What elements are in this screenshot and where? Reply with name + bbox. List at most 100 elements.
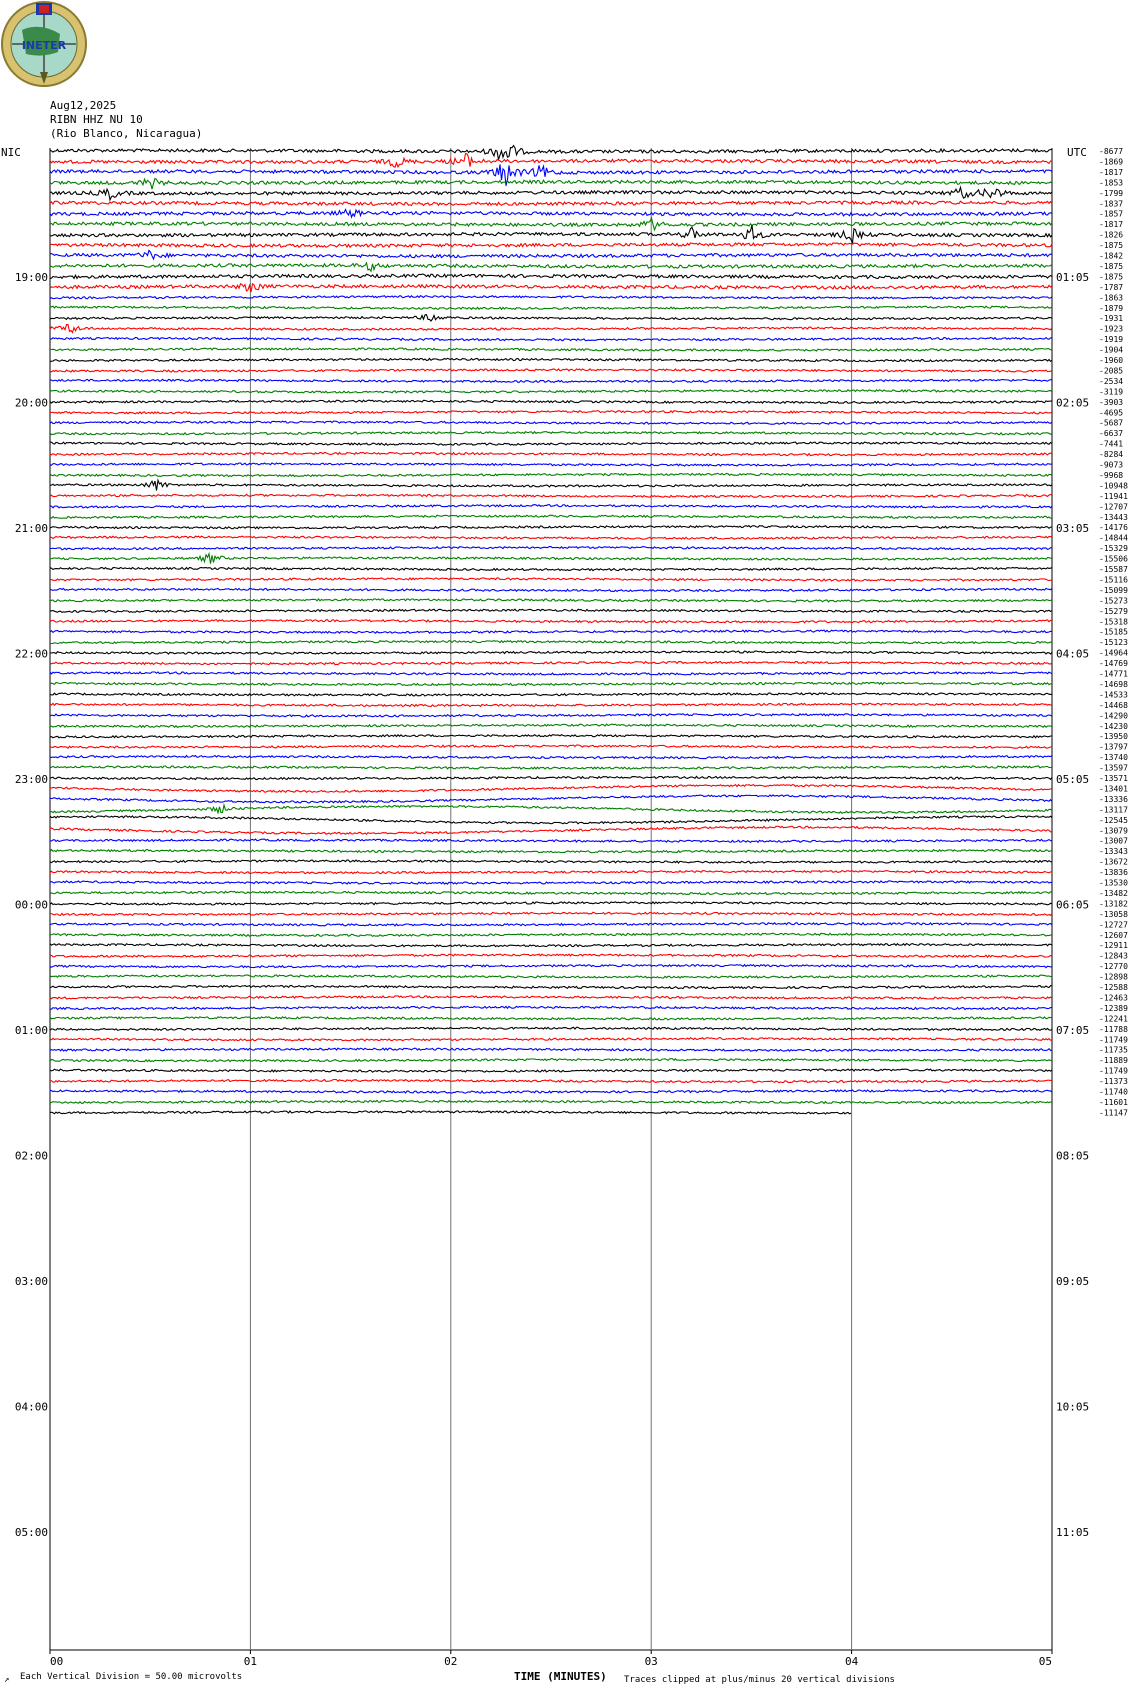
trace-offset-label: -15116	[1099, 575, 1128, 584]
seismic-trace	[49, 995, 1053, 1000]
seismic-trace	[49, 848, 1053, 854]
trace-offset-label: -13740	[1099, 753, 1128, 762]
trace-offset-label: -3903	[1099, 398, 1123, 407]
trace-offset-label: -7441	[1099, 440, 1123, 449]
right-hour-label: 02:05	[1056, 397, 1089, 410]
trace-offset-label: -9968	[1099, 471, 1123, 480]
trace-offset-label: -12545	[1099, 816, 1128, 825]
right-hour-label: 09:05	[1056, 1275, 1089, 1288]
seismic-trace	[50, 551, 1053, 564]
trace-offset-label: -11941	[1099, 492, 1128, 501]
trace-offset-label: -10948	[1099, 481, 1128, 490]
trace-offset-label: -13672	[1099, 858, 1128, 867]
seismic-trace	[49, 283, 1053, 293]
seismic-trace	[49, 313, 1053, 322]
seismic-trace	[49, 639, 1053, 645]
trace-offset-label: -13597	[1099, 764, 1128, 773]
seismic-trace	[49, 660, 1053, 666]
seismic-trace	[49, 378, 1053, 384]
seismic-trace	[49, 619, 1053, 624]
left-timezone-label: NIC	[1, 146, 21, 159]
trace-offset-label: -1826	[1099, 231, 1123, 240]
seismic-trace	[49, 462, 1053, 467]
trace-offset-label: -14771	[1099, 670, 1128, 679]
seismic-trace	[49, 932, 1053, 937]
seismic-trace	[49, 451, 1053, 457]
seismic-trace	[49, 723, 1053, 729]
seismic-trace	[49, 535, 1053, 540]
right-hour-label: 11:05	[1056, 1526, 1089, 1539]
seismic-trace	[50, 953, 1053, 959]
seismic-trace	[49, 681, 1053, 687]
trace-offset-label: -1960	[1099, 356, 1123, 365]
left-hour-label: 04:00	[15, 1401, 48, 1414]
trace-offset-label: -13443	[1099, 513, 1128, 522]
trace-offset-label: -13797	[1099, 743, 1128, 752]
seismic-trace	[49, 409, 1053, 415]
trace-offset-label: -12463	[1099, 993, 1128, 1002]
seismic-trace	[49, 241, 1053, 249]
trace-offset-label: -1853	[1099, 178, 1123, 187]
seismic-trace	[49, 399, 1053, 405]
trace-offset-label: -15318	[1099, 617, 1128, 626]
seismic-trace	[49, 783, 1053, 794]
seismic-trace	[49, 825, 1053, 835]
right-hour-label: 08:05	[1056, 1150, 1089, 1163]
trace-offset-label: -1923	[1099, 325, 1123, 334]
trace-offset-label: -2534	[1099, 377, 1123, 386]
trace-offset-label: -12898	[1099, 973, 1128, 982]
trace-offset-label: -2085	[1099, 366, 1123, 375]
seismic-trace	[49, 200, 1053, 207]
seismic-trace	[49, 441, 1053, 446]
left-hour-label: 05:00	[15, 1526, 48, 1539]
seismic-trace	[49, 368, 1053, 373]
left-hour-label: 19:00	[15, 271, 48, 284]
trace-offset-label: -5687	[1099, 419, 1123, 428]
seismic-trace	[50, 545, 1053, 551]
trace-offset-label: -14468	[1099, 701, 1128, 710]
seismic-trace	[49, 273, 1053, 280]
scale-note: Each Vertical Division = 50.00 microvolt…	[20, 1672, 243, 1682]
seismic-trace	[49, 1037, 1053, 1042]
trace-offset-label: -14964	[1099, 649, 1128, 658]
trace-offset-label: -8284	[1099, 450, 1123, 459]
seismic-trace	[49, 524, 1053, 530]
trace-offset-label: -13530	[1099, 879, 1128, 888]
right-hour-label: 06:05	[1056, 899, 1089, 912]
trace-offset-labels: -8677-1869-1817-1853-1799-1837-1857-1817…	[1099, 147, 1128, 1117]
seismic-trace	[49, 478, 1053, 491]
trace-offset-label: -12770	[1099, 962, 1128, 971]
seismic-trace	[49, 144, 1053, 160]
seismic-trace	[49, 1026, 1053, 1032]
trace-offset-label: -4695	[1099, 408, 1123, 417]
right-hour-label: 07:05	[1056, 1024, 1089, 1037]
seismic-trace	[49, 963, 1053, 969]
trace-offset-label: -12241	[1099, 1014, 1128, 1023]
x-tick-label: 05	[1039, 1655, 1052, 1668]
seismic-trace	[49, 493, 1053, 499]
seismic-trace	[49, 775, 1053, 781]
seismic-trace	[49, 765, 1052, 770]
seismic-trace	[49, 890, 1053, 896]
left-hour-label: 01:00	[15, 1024, 48, 1037]
trace-offset-label: -11735	[1099, 1046, 1128, 1055]
trace-offset-label: -14844	[1099, 534, 1128, 543]
seismic-trace	[49, 224, 1053, 245]
trace-offset-label: -11749	[1099, 1035, 1128, 1044]
trace-offset-label: -13336	[1099, 795, 1128, 804]
seismic-trace	[49, 859, 1053, 864]
trace-offset-label: -14230	[1099, 722, 1128, 731]
trace-offset-label: -11889	[1099, 1056, 1128, 1065]
trace-offset-label: -15329	[1099, 544, 1128, 553]
trace-offset-label: -12911	[1099, 941, 1128, 950]
trace-offset-label: -13117	[1099, 805, 1128, 814]
seismic-trace	[49, 261, 1053, 273]
left-hour-label: 00:00	[15, 899, 48, 912]
left-hour-label: 20:00	[15, 397, 48, 410]
left-hour-label: 03:00	[15, 1275, 48, 1288]
trace-offset-label: -15506	[1099, 555, 1128, 564]
trace-offset-label: -13401	[1099, 784, 1128, 793]
right-hour-label: 04:05	[1056, 648, 1089, 661]
trace-offset-label: -14290	[1099, 711, 1128, 720]
seismic-trace	[49, 514, 1053, 520]
